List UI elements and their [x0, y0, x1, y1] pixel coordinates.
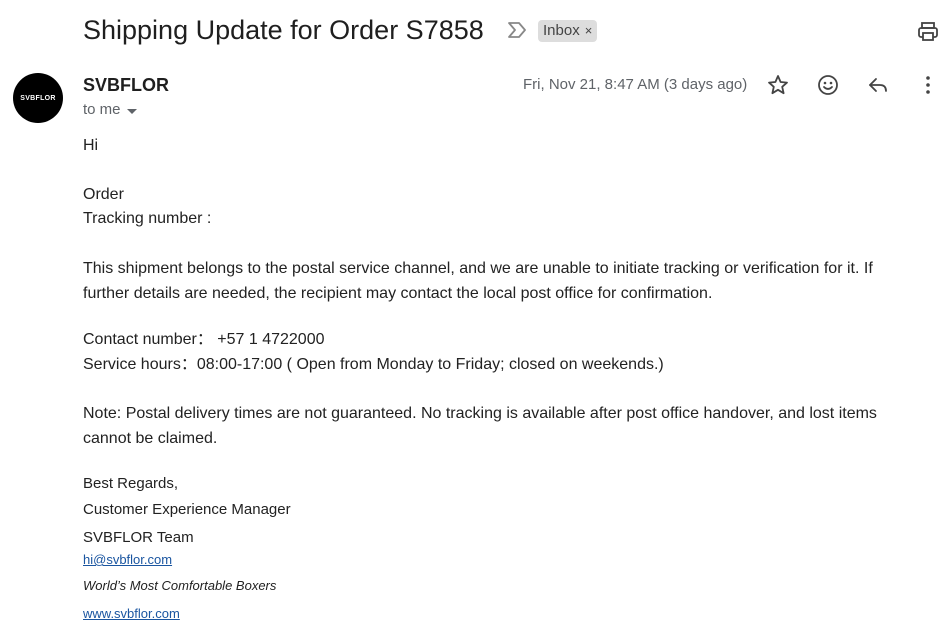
add-reaction-button[interactable]	[815, 72, 841, 98]
note-paragraph: Note: Postal delivery times are not guar…	[83, 405, 877, 447]
more-options-button[interactable]	[915, 72, 941, 98]
remove-label-button[interactable]: ×	[585, 20, 593, 42]
signature-website-link[interactable]: www.svbflor.com	[83, 605, 180, 623]
order-line: Order	[83, 186, 124, 203]
print-button[interactable]	[916, 20, 940, 44]
signature-team: SVBFLOR Team	[83, 529, 194, 546]
email-subject: Shipping Update for Order S7858	[83, 15, 484, 45]
email-date: Fri, Nov 21, 8:47 AM (3 days ago)	[523, 76, 748, 93]
signature-closing: Best Regards,	[83, 475, 179, 492]
reply-icon	[869, 78, 887, 92]
reply-button[interactable]	[865, 72, 891, 98]
signature-email-link[interactable]: hi@svbflor.com	[83, 551, 172, 569]
signature-tagline: World’s Most Comfortable Boxers	[83, 578, 277, 593]
tracking-line: Tracking number :	[83, 210, 212, 227]
signature-title: Customer Experience Manager	[83, 501, 291, 518]
emoji-icon	[818, 75, 838, 95]
more-vert-icon	[926, 76, 930, 94]
sender-avatar[interactable]: SVBFLOR	[13, 73, 63, 123]
greeting: Hi	[83, 137, 99, 154]
recipient-toggle[interactable]: to me	[83, 100, 137, 120]
service-hours-line: Service hours：08:00-17:00 ( Open from Mo…	[83, 356, 664, 373]
body-paragraph: This shipment belongs to the postal serv…	[83, 260, 873, 302]
contact-number-line: Contact number： +57 1 4722000	[83, 331, 325, 348]
star-button[interactable]	[765, 72, 791, 98]
sender-name[interactable]: SVBFLOR	[83, 74, 169, 96]
print-icon	[918, 22, 938, 41]
inbox-label-text: Inbox	[543, 22, 580, 39]
avatar-logo-text: SVBFLOR	[20, 94, 56, 102]
label-arrow-icon[interactable]	[506, 20, 528, 40]
star-icon	[768, 75, 788, 95]
chevron-down-icon[interactable]	[126, 108, 137, 114]
inbox-label-chip[interactable]: Inbox ×	[538, 20, 598, 42]
recipient-text: to me	[83, 101, 121, 118]
